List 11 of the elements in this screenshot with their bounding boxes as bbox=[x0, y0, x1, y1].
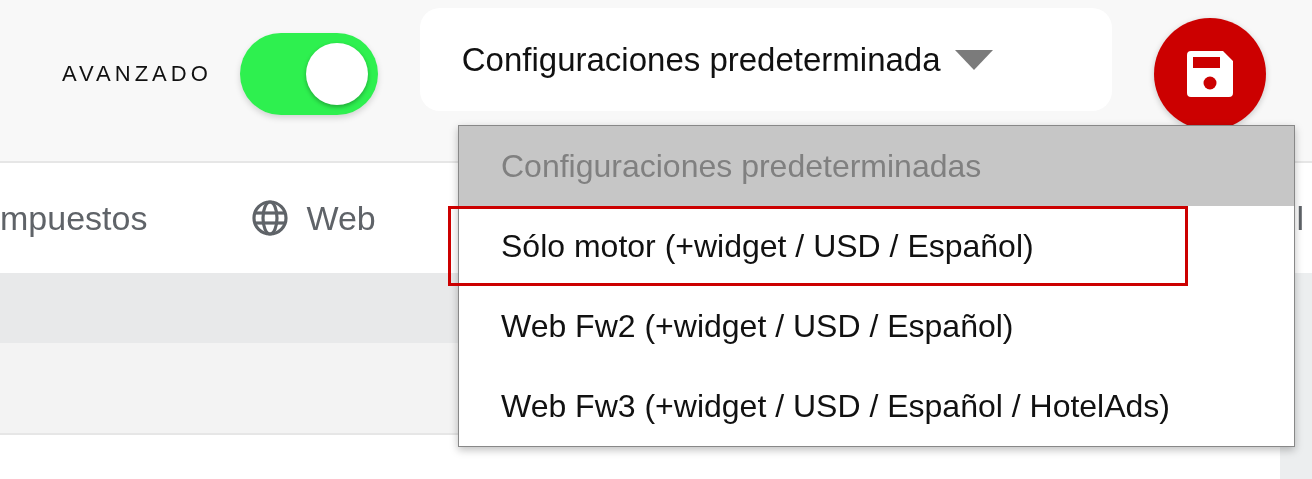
preset-select[interactable]: Configuraciones predeterminada bbox=[419, 8, 1112, 111]
advanced-toggle[interactable] bbox=[239, 32, 378, 115]
tab[interactable]: mpuestos bbox=[0, 198, 148, 238]
dropdown-option[interactable]: Web Fw2 (+widget / USD / Español) bbox=[459, 286, 1294, 366]
dropdown-option[interactable]: Sólo motor (+widget / USD / Español) bbox=[448, 206, 1188, 286]
globe-icon bbox=[252, 200, 289, 236]
tab[interactable]: Web bbox=[252, 198, 376, 238]
dropdown-option[interactable]: Web Fw3 (+widget / USD / Español / HotelAds) bbox=[459, 366, 1294, 446]
tab[interactable]: l bbox=[1296, 198, 1304, 238]
advanced-label: AVANZADO bbox=[62, 60, 212, 87]
caret-icon bbox=[954, 49, 993, 70]
